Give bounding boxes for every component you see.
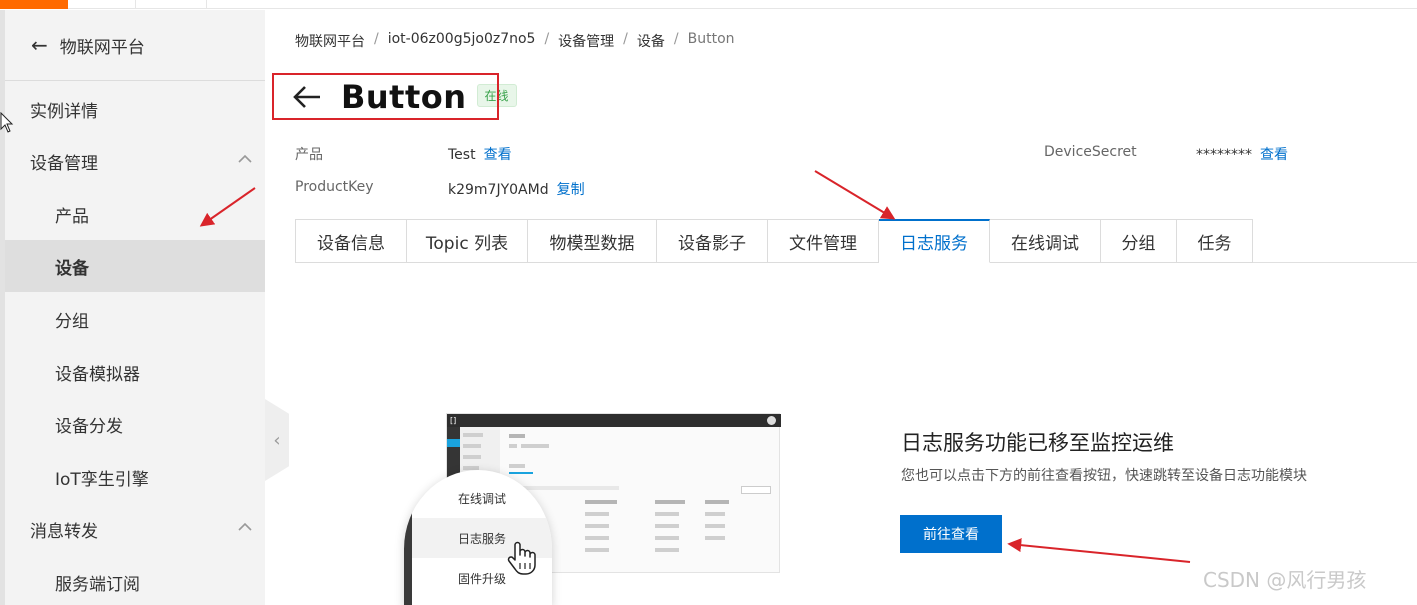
- illustration-menu-item: 在线调试: [457, 491, 506, 506]
- notice-description: 您也可以点击下方的前往查看按钮，快速跳转至设备日志功能模块: [901, 468, 1307, 484]
- illustration-menu-popup: 在线调试 日志服务 固件升级: [404, 470, 552, 605]
- view-secret-link[interactable]: 查看: [1260, 147, 1288, 163]
- breadcrumb-separator: /: [673, 31, 679, 47]
- tab-log-service[interactable]: 日志服务: [879, 219, 990, 263]
- illustration-logo-icon: []: [450, 416, 457, 425]
- sidebar-item-label: 实例详情: [30, 101, 98, 122]
- tab-device-info[interactable]: 设备信息: [295, 219, 407, 263]
- popup-edge: [404, 470, 412, 605]
- sidebar-item-instance-details[interactable]: 实例详情: [5, 83, 265, 135]
- sidebar-item-device-distribution[interactable]: 设备分发: [5, 398, 265, 450]
- sidebar-item-devices[interactable]: 设备: [5, 240, 265, 292]
- sidebar-item-label: IoT孪生引擎: [55, 469, 149, 490]
- sidebar-title: 物联网平台: [59, 37, 145, 58]
- watermark: CSDN @风行男孩: [1203, 568, 1367, 592]
- chevron-left-icon: ‹: [273, 429, 281, 451]
- breadcrumb: 物联网平台 / iot-06z00g5jo0z7no5 / 设备管理 / 设备 …: [295, 31, 735, 51]
- sidebar-collapse-toggle[interactable]: ‹: [265, 399, 289, 481]
- navbar-divider: [135, 0, 136, 9]
- product-label: 产品: [295, 147, 323, 163]
- sidebar-item-label: 设备: [55, 258, 89, 279]
- sidebar-item-products[interactable]: 产品: [5, 188, 265, 240]
- sidebar-item-label: 设备模拟器: [55, 364, 140, 385]
- product-value: Test 查看: [448, 144, 512, 164]
- annotation-arrow-tab: [814, 170, 896, 220]
- illustration-header: []: [447, 414, 781, 427]
- illustration-avatar-icon: [767, 416, 776, 425]
- productkey-text: k29m7JY0AMd: [448, 182, 549, 198]
- sidebar-item-device-management[interactable]: 设备管理: [5, 135, 265, 187]
- sidebar-item-server-subscription[interactable]: 服务端订阅: [5, 556, 265, 605]
- breadcrumb-item[interactable]: 物联网平台: [295, 31, 365, 51]
- sidebar-item-message-forwarding[interactable]: 消息转发: [5, 503, 265, 555]
- page-root: ← 物联网平台 实例详情 设备管理 产品 设备 分组 设备模拟器 设备分发 Io…: [0, 0, 1417, 605]
- breadcrumb-item[interactable]: iot-06z00g5jo0z7no5: [388, 31, 536, 51]
- chevron-up-icon[interactable]: [237, 519, 253, 535]
- devicesecret-label: DeviceSecret: [1044, 144, 1137, 160]
- sidebar-item-device-simulator[interactable]: 设备模拟器: [5, 346, 265, 398]
- sidebar-header[interactable]: ← 物联网平台: [5, 10, 265, 81]
- devicesecret-masked: ********: [1196, 147, 1252, 163]
- tab-thing-model-data[interactable]: 物模型数据: [528, 219, 657, 263]
- annotation-highlight-box: [272, 73, 499, 120]
- back-arrow-icon[interactable]: ←: [31, 33, 48, 57]
- breadcrumb-item[interactable]: 设备管理: [558, 31, 614, 51]
- sidebar-item-label: 产品: [55, 206, 89, 227]
- tab-file-management[interactable]: 文件管理: [768, 219, 879, 263]
- breadcrumb-separator: /: [374, 31, 379, 47]
- go-to-view-button[interactable]: 前往查看: [900, 515, 1002, 553]
- productkey-label: ProductKey: [295, 179, 374, 195]
- tab-online-debug[interactable]: 在线调试: [990, 219, 1101, 263]
- tab-tasks[interactable]: 任务: [1177, 219, 1253, 263]
- sidebar-item-label: 设备分发: [55, 416, 123, 437]
- device-tabs: 设备信息 Topic 列表 物模型数据 设备影子 文件管理 日志服务 在线调试 …: [295, 219, 1253, 263]
- view-product-link[interactable]: 查看: [484, 147, 512, 163]
- tab-device-shadow[interactable]: 设备影子: [657, 219, 768, 263]
- breadcrumb-separator: /: [544, 31, 550, 47]
- sidebar-item-groups[interactable]: 分组: [5, 293, 265, 345]
- breadcrumb-item[interactable]: 设备: [637, 31, 665, 51]
- productkey-value: k29m7JY0AMd 复制: [448, 179, 585, 199]
- annotation-arrow-button: [1007, 538, 1191, 563]
- top-navbar: [0, 0, 1417, 9]
- sidebar-item-label: 设备管理: [30, 153, 98, 174]
- breadcrumb-separator: /: [623, 31, 628, 47]
- sidebar-item-label: 消息转发: [30, 521, 98, 542]
- mouse-cursor-icon: [0, 112, 14, 133]
- breadcrumb-current: Button: [687, 31, 735, 47]
- copy-productkey-link[interactable]: 复制: [557, 182, 585, 198]
- navbar-divider: [206, 0, 207, 9]
- pointer-hand-icon: [507, 541, 536, 575]
- chevron-up-icon[interactable]: [237, 151, 253, 167]
- notice-title: 日志服务功能已移至监控运维: [901, 431, 1174, 455]
- tab-topic-list[interactable]: Topic 列表: [407, 219, 528, 263]
- brand-logo[interactable]: [0, 0, 68, 9]
- sidebar-item-iot-twin-engine[interactable]: IoT孪生引擎: [5, 451, 265, 503]
- product-name: Test: [448, 147, 476, 163]
- sidebar-item-label: 服务端订阅: [55, 574, 140, 595]
- tab-groups[interactable]: 分组: [1101, 219, 1177, 263]
- devicesecret-value: ******** 查看: [1196, 144, 1288, 164]
- sidebar-item-label: 分组: [55, 311, 89, 332]
